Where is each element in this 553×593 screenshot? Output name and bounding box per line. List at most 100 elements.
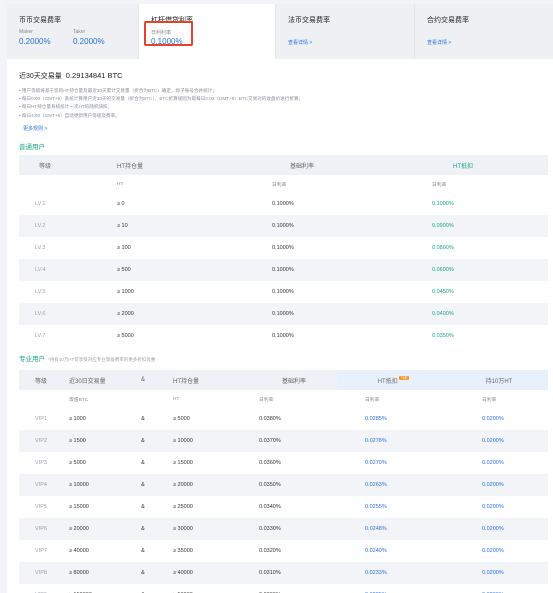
ht-holding-cell: ≥ 30000 [159,518,251,540]
level-cell: VIP1 [35,416,47,422]
level-cell: LV.7 [35,333,46,339]
table-row: LV.4 ≥ 500 0.1000% 0.0600% [19,259,548,281]
ht-deduction-cell: 0.0400% [378,303,548,325]
base-rate-cell: 0.1000% [272,289,294,295]
base-rate-cell: 0.1000% [272,245,294,251]
contract-details-link[interactable]: 查看详情 > [427,39,451,46]
col-header: HT持仓量 [159,370,251,390]
ht-holding-cell: ≥ 0 [117,201,125,207]
note-line: • 每日HT持仓量系统统计一次HT的随机快照； [19,104,113,110]
ht-deduction-cell: 0.0240% [365,548,387,554]
tab-spot-fees[interactable]: 币币交易费率 Maker 0.2000% Taker 0.2000% [7,4,139,59]
level-cell: LV.6 [19,303,71,325]
col-subheader: 日利率 [259,397,274,403]
and-cell: & [141,548,145,554]
level-cell: LV.4 [19,259,71,281]
volume-cell: ≥ 150000 [63,584,127,593]
fiat-details-link[interactable]: 查看详情 > [288,39,312,46]
note-line: • 每日4:00（GMT+8）自动更新用户等级及费率。 [19,112,120,118]
level-cell: VIP4 [19,474,63,496]
ht-holding-cell: ≥ 5000 [117,333,134,339]
volume-cell: ≥ 10000 [63,474,127,496]
ht-deduction-cell: 0.0263% [337,474,450,496]
col-subheader: HT [117,181,124,187]
table-row: LV.3 ≥ 100 0.1000% 0.0800% [19,237,548,259]
base-rate-cell: 0.0380% [259,416,281,422]
ht-deduction-cell: 0.0225% [337,584,450,593]
level-cell: VIP7 [35,548,47,554]
base-rate-cell: 0.0330% [251,518,337,540]
ht-holding-cell: ≥ 40000 [159,562,251,584]
hold-100k-cell: 0.0200% [482,504,504,510]
hold-100k-cell: 0.0200% [450,562,548,584]
ht-holding-cell: ≥ 35000 [173,548,193,554]
pro-users-title: 专业用户 *持有10万HT可享受对应专业等级费率的更多折扣优惠 [19,353,155,363]
regular-users-title: 普通用户 [19,144,45,151]
volume-cell: ≥ 15000 [69,504,89,510]
table-row: VIP2 ≥ 1500 & ≥ 10000 0.0370% 0.0278% 0.… [19,430,548,452]
volume-cell: ≥ 5000 [69,460,86,466]
col-header: HT抵扣 [377,378,398,385]
regular-rates-table: 等级 HT持仓量 基础利率 HT抵扣 HT 日利率 日利率 LV.1 ≥ 0 0… [19,155,548,347]
more-rules-link[interactable]: 更多规则 > [23,125,47,132]
volume-label: 近30天交易量 [19,73,62,80]
hold-100k-cell: 0.0200% [482,416,504,422]
volume-cell: ≥ 40000 [69,548,89,554]
ht-holding-cell: ≥ 10000 [159,430,251,452]
highlight-box [144,21,193,46]
ht-deduction-cell: 0.0248% [337,518,450,540]
table-row: LV.5 ≥ 1000 0.1000% 0.0450% [19,281,548,303]
base-rate-cell: 0.0360% [259,460,281,466]
col-header: 等级 [19,155,71,175]
tab-contract-fees[interactable]: 合约交易费率 查看详情 > [415,4,553,59]
table-subheader-row: HT 日利率 日利率 [19,175,548,193]
level-cell: VIP5 [35,504,47,510]
base-rate-cell: 0.0300% [251,584,337,593]
base-rate-cell: 0.0370% [251,430,337,452]
col-subheader: 日利率 [365,397,380,403]
table-row: VIP8 ≥ 80000 & ≥ 40000 0.0310% 0.0233% 0… [19,562,548,584]
col-subheader: 等值BTC [69,397,89,403]
note-line: • 每日0:00（GMT+8）系统计算用户近30天的交易量（折合为BTC），BT… [19,96,304,102]
table-row: VIP6 ≥ 20000 & ≥ 30000 0.0330% 0.0248% 0… [19,518,548,540]
taker-value: 0.2000% [73,37,105,46]
hold-100k-cell: 0.0200% [482,460,504,466]
ht-holding-cell: ≥ 100 [117,245,131,251]
ht-deduction-cell: 0.0350% [432,333,454,339]
pro-rates-table: 等级 近30日交易量 & HT持仓量 基础利率 HT抵扣75折 持10万HT 等… [19,370,548,593]
hold-100k-cell: 0.0200% [450,584,548,593]
level-cell: VIP3 [35,460,47,466]
table-subheader-row: 等值BTC HT 日利率 日利率 日利率 [19,390,548,408]
discount-badge: 75折 [398,375,410,380]
table-row: VIP7 ≥ 40000 & ≥ 35000 0.0320% 0.0240% 0… [19,540,548,562]
table-row: LV.1 ≥ 0 0.1000% 0.1000% [19,193,548,215]
pro-section-label: 专业用户 [19,356,45,363]
fee-tabs: 币币交易费率 Maker 0.2000% Taker 0.2000% 杠杆借贷利… [7,4,553,59]
col-header-highlight: HT抵扣75折 [337,370,450,390]
base-rate-cell: 0.0350% [251,474,337,496]
tab-contract-title: 合约交易费率 [427,17,469,24]
ht-holding-cell: ≥ 1000 [117,289,134,295]
level-cell: VIP2 [19,430,63,452]
base-rate-cell: 0.0320% [259,548,281,554]
level-cell: VIP6 [19,518,63,540]
tab-fiat-fees[interactable]: 法币交易费率 查看详情 > [276,4,415,59]
ht-deduction-cell: 0.0255% [365,504,387,510]
hold-100k-cell: 0.0200% [450,474,548,496]
and-cell: & [127,562,159,584]
pro-section-note: *持有10万HT可享受对应专业等级费率的更多折扣优惠 [48,357,156,362]
and-cell: & [141,416,145,422]
table-header-row: 等级 近30日交易量 & HT持仓量 基础利率 HT抵扣75折 持10万HT [19,370,548,390]
ht-deduction-cell: 0.0600% [378,259,548,281]
rules-notes: • 用户等级将基于您的HT持仓量及最近30天累计交易量（折合为BTC）确定，母子… [19,87,303,120]
base-rate-cell: 0.1000% [226,215,378,237]
hold-100k-cell: 0.0200% [482,548,504,554]
and-cell: & [141,460,145,466]
ht-deduction-cell: 0.0278% [337,430,450,452]
level-cell: LV.1 [35,201,46,207]
ht-holding-cell: ≥ 15000 [173,460,193,466]
base-rate-cell: 0.1000% [226,303,378,325]
level-cell: LV.3 [35,245,46,251]
col-header: 近30日交易量 [63,370,127,390]
and-cell: & [127,474,159,496]
